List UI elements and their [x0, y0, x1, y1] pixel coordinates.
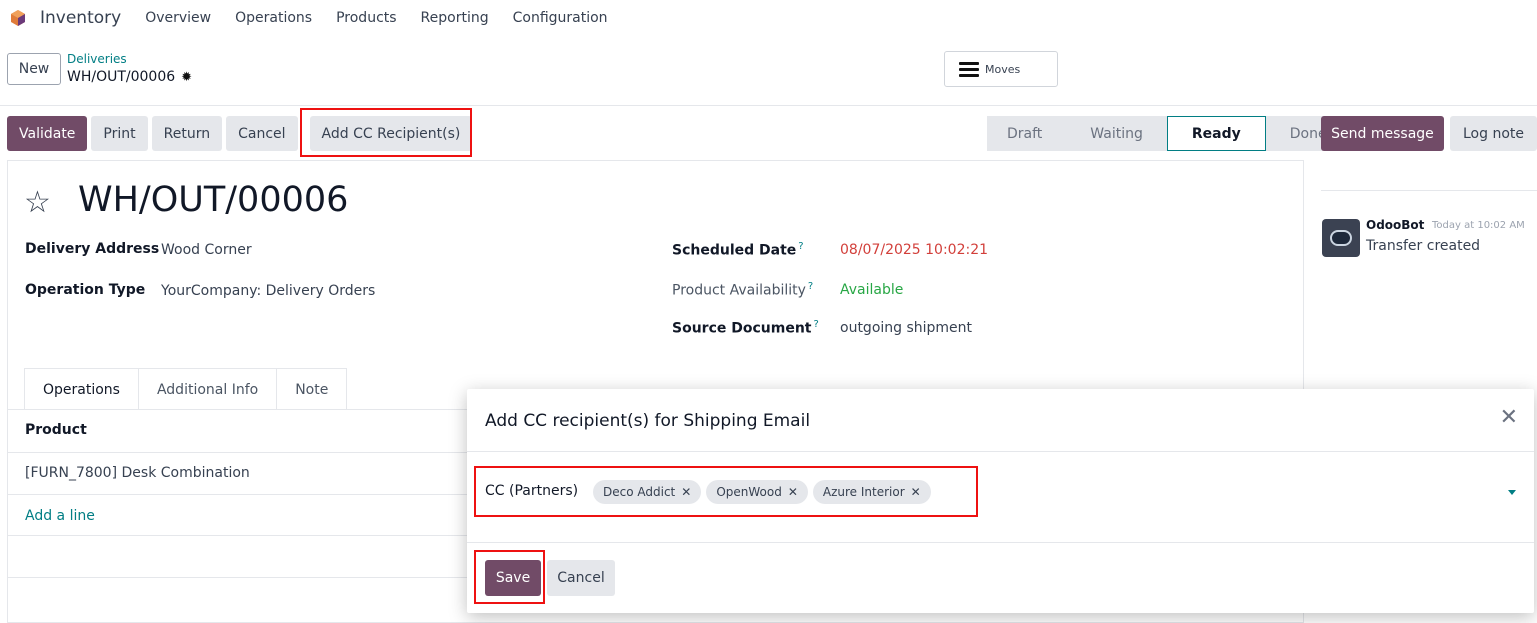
table-divider	[7, 494, 467, 495]
star-icon[interactable]: ☆	[24, 185, 51, 220]
add-cc-recipients-button[interactable]: Add CC Recipient(s)	[309, 116, 473, 151]
scheduled-date-value[interactable]: 08/07/2025 10:02:21	[840, 242, 988, 258]
menu-overview[interactable]: Overview	[145, 10, 211, 26]
chatter-divider	[1321, 190, 1537, 191]
source-document-label: Source Document?	[672, 319, 819, 337]
operation-type-value[interactable]: YourCompany: Delivery Orders	[161, 283, 375, 299]
dialog-title: Add CC recipient(s) for Shipping Email	[485, 411, 811, 431]
cc-partners-label: CC (Partners)	[485, 483, 579, 499]
top-navbar: Inventory Overview Operations Products R…	[0, 0, 1537, 36]
scheduled-date-label: Scheduled Date?	[672, 241, 804, 259]
validate-button[interactable]: Validate	[7, 116, 88, 151]
dialog-divider	[467, 542, 1534, 543]
table-divider	[7, 452, 467, 453]
dialog-divider	[467, 451, 1534, 452]
table-divider	[7, 535, 467, 536]
partner-tag-label: Deco Addict	[603, 485, 676, 499]
operation-type-label: Operation Type	[25, 282, 146, 298]
help-icon[interactable]: ?	[808, 281, 813, 292]
partner-tag: Deco Addict ✕	[593, 480, 702, 504]
scheduled-date-label-text: Scheduled Date	[672, 242, 797, 259]
product-availability-label-text: Product Availability	[672, 282, 806, 299]
message-time: Today at 10:02 AM	[1432, 220, 1525, 231]
menu-reporting[interactable]: Reporting	[421, 10, 489, 26]
remove-tag-icon[interactable]: ✕	[788, 485, 798, 499]
message-body: Transfer created	[1366, 238, 1481, 254]
message-author[interactable]: OdooBot	[1366, 218, 1424, 232]
partner-tag-label: OpenWood	[716, 485, 782, 499]
breadcrumb-deliveries[interactable]: Deliveries	[67, 52, 127, 66]
product-column-header[interactable]: Product	[25, 422, 87, 438]
breadcrumb-current-label: WH/OUT/00006	[67, 69, 176, 85]
record-title: WH/OUT/00006	[78, 180, 349, 220]
notebook-tabs: Operations Additional Info Note	[24, 368, 348, 410]
help-icon[interactable]: ?	[798, 241, 803, 252]
inventory-app-icon[interactable]	[9, 9, 27, 27]
dialog-save-button[interactable]: Save	[485, 560, 541, 596]
tab-additional-info[interactable]: Additional Info	[137, 368, 278, 410]
partner-tag: Azure Interior ✕	[812, 480, 931, 504]
tab-note[interactable]: Note	[276, 368, 348, 410]
bot-icon	[1330, 230, 1352, 246]
control-panel: New Deliveries WH/OUT/00006 ✹ Moves	[0, 36, 1537, 106]
stage-draft[interactable]: Draft	[987, 116, 1067, 151]
menu-configuration[interactable]: Configuration	[513, 10, 608, 26]
log-note-button[interactable]: Log note	[1450, 116, 1537, 151]
moves-label: Moves	[985, 62, 1021, 76]
source-document-label-text: Source Document	[672, 320, 812, 337]
help-icon[interactable]: ?	[814, 319, 819, 330]
moves-button[interactable]: Moves	[944, 51, 1058, 87]
breadcrumb-current: WH/OUT/00006 ✹	[67, 69, 192, 85]
product-availability-value: Available	[840, 282, 904, 298]
gear-icon[interactable]: ✹	[181, 70, 192, 85]
avatar[interactable]	[1322, 219, 1360, 257]
dropdown-caret-icon[interactable]	[1508, 490, 1516, 495]
source-document-value[interactable]: outgoing shipment	[840, 320, 972, 336]
delivery-address-label: Delivery Address	[25, 241, 160, 257]
menu-products[interactable]: Products	[336, 10, 396, 26]
new-button[interactable]: New	[7, 53, 61, 85]
print-button[interactable]: Print	[91, 116, 148, 151]
add-line-link[interactable]: Add a line	[25, 508, 95, 524]
app-name[interactable]: Inventory	[40, 8, 121, 28]
tab-operations[interactable]: Operations	[24, 368, 139, 410]
remove-tag-icon[interactable]: ✕	[911, 485, 921, 499]
list-icon	[959, 61, 979, 77]
stage-ready[interactable]: Ready	[1166, 116, 1266, 151]
statusbar: Draft Waiting Ready Done	[987, 116, 1351, 151]
stage-waiting[interactable]: Waiting	[1066, 116, 1167, 151]
send-message-button[interactable]: Send message	[1321, 116, 1444, 151]
partner-tag-label: Azure Interior	[822, 485, 905, 499]
partner-tag: OpenWood ✕	[706, 480, 808, 504]
close-icon[interactable]: ✕	[1500, 407, 1518, 429]
cancel-button[interactable]: Cancel	[226, 116, 298, 151]
add-cc-dialog: Add CC recipient(s) for Shipping Email ✕…	[467, 389, 1534, 613]
menu-operations[interactable]: Operations	[235, 10, 312, 26]
delivery-address-value[interactable]: Wood Corner	[161, 242, 252, 258]
dialog-cancel-button[interactable]: Cancel	[547, 560, 615, 596]
table-divider	[7, 577, 467, 578]
remove-tag-icon[interactable]: ✕	[681, 485, 691, 499]
return-button[interactable]: Return	[151, 116, 223, 151]
product-line[interactable]: [FURN_7800] Desk Combination	[25, 465, 250, 481]
action-buttons: Validate Print Return Cancel Add CC Reci…	[7, 116, 473, 151]
product-availability-label: Product Availability?	[672, 281, 813, 299]
cc-partners-field[interactable]: Deco Addict ✕ OpenWood ✕ Azure Interior ✕	[593, 480, 931, 504]
